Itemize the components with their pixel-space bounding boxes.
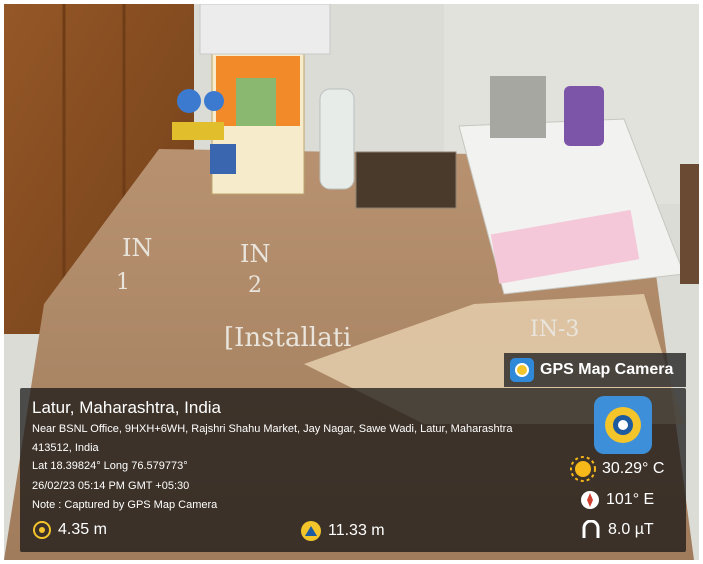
plastic-bottle: [319, 88, 355, 190]
altitude-icon: [300, 520, 322, 542]
chalk-installation: [Installati: [224, 323, 351, 353]
accuracy-value: 4.35 m: [58, 521, 107, 538]
note: Note : Captured by GPS Map Camera: [32, 499, 218, 511]
chalk-in1: IN: [122, 234, 152, 262]
accuracy: 4.35 m: [32, 520, 107, 540]
magnetic-value: 8.0 µT: [608, 521, 654, 538]
direction: 101° E: [580, 490, 654, 510]
sun-icon: [570, 456, 596, 482]
gps-camera-icon: [510, 358, 534, 382]
chalk-in2: IN: [240, 240, 270, 268]
compass-icon: [580, 490, 600, 510]
chalk-2: 2: [248, 273, 262, 298]
address: Near BSNL Office, 9HXH+6WH, Rajshri Shah…: [32, 423, 513, 454]
datetime: 26/02/23 05:14 PM GMT +05:30: [32, 480, 190, 492]
crosshair-icon: [32, 520, 52, 540]
chalk-in3: IN-3: [530, 317, 579, 342]
location-title: Latur, Maharashtra, India: [32, 398, 222, 417]
magnetic-field: 8.0 µT: [580, 520, 654, 540]
temperature-value: 30.29° C: [602, 460, 665, 477]
magnet-icon: [580, 520, 602, 540]
direction-value: 101° E: [606, 491, 655, 508]
coordinates: Lat 18.39824° Long 76.579773°: [32, 460, 188, 472]
soil-tray: [355, 151, 457, 209]
temperature: 30.29° C: [570, 456, 664, 482]
altitude: 11.33 m: [300, 520, 385, 542]
app-logo-icon: [594, 396, 652, 454]
app-name: GPS Map Camera: [540, 361, 674, 378]
chalk-1: 1: [116, 270, 130, 295]
gps-map-camera-tag: GPS Map Camera: [504, 353, 686, 387]
altitude-value: 11.33 m: [328, 522, 385, 539]
location-panel: Latur, Maharashtra, India Near BSNL Offi…: [20, 388, 686, 552]
